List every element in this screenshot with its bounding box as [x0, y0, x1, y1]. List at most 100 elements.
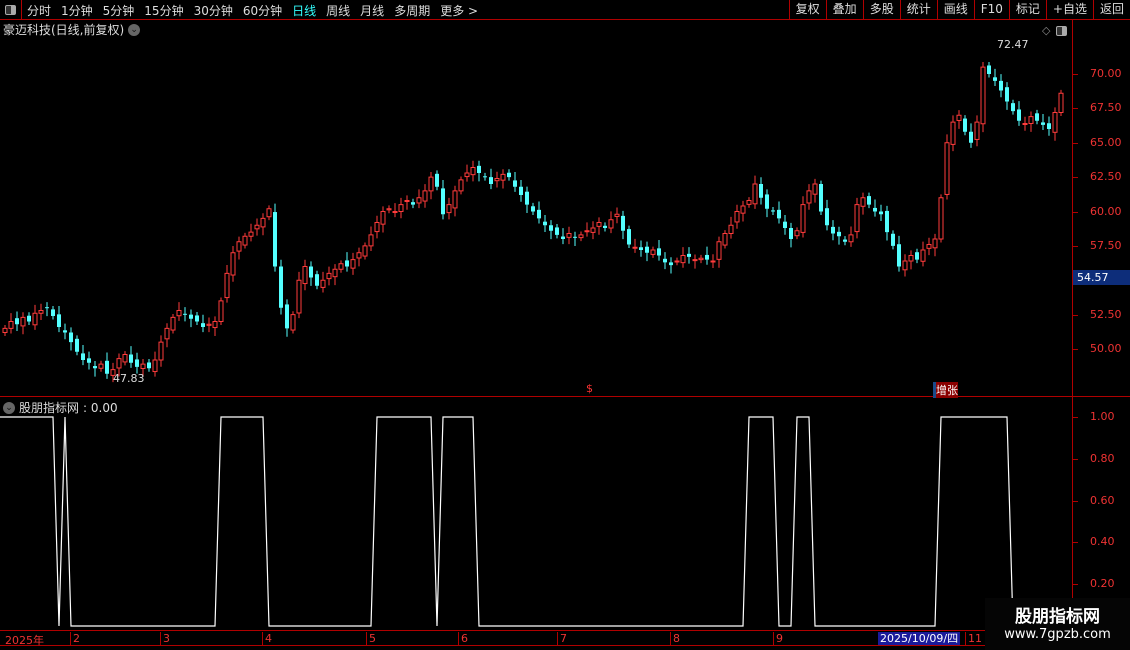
candle-body: [987, 65, 991, 74]
candle-body: [98, 363, 104, 369]
finance-marker[interactable]: 增张: [933, 382, 958, 398]
candle-body: [1058, 92, 1064, 113]
candle-body: [345, 260, 349, 267]
axis-tick: [1073, 211, 1078, 213]
date-axis-label: 4: [262, 632, 272, 646]
candle-body: [38, 310, 44, 314]
candle-body: [891, 233, 895, 246]
date-axis-label: 2: [70, 632, 80, 646]
candle-body: [716, 241, 722, 260]
candle-body: [722, 233, 728, 246]
candle-body: [980, 66, 986, 125]
price-axis-label: 65.00: [1090, 135, 1122, 149]
candle-body: [362, 245, 368, 257]
candle-body: [627, 229, 631, 245]
candle-body: [752, 183, 758, 205]
indicator-axis-label: 0.20: [1090, 577, 1115, 591]
candle-body: [603, 225, 607, 228]
candle-body: [75, 338, 79, 352]
candle-body: [578, 234, 584, 239]
candle-body: [549, 225, 553, 231]
candle-body: [279, 266, 283, 308]
candle-body: [993, 77, 997, 81]
candle-body: [555, 227, 559, 235]
dollar-marker[interactable]: $: [586, 382, 593, 395]
indicator-value: : 0.00: [83, 400, 118, 415]
candle-body: [944, 142, 950, 195]
candle-body: [356, 252, 362, 259]
candle-body: [794, 230, 800, 237]
candle-body: [507, 172, 511, 178]
panel-divider[interactable]: [0, 396, 1130, 397]
price-axis-label: 62.50: [1090, 170, 1122, 184]
candle-body: [489, 177, 493, 184]
finance-marker-label: 增张: [936, 382, 958, 398]
candle-body: [837, 231, 841, 237]
candle-body: [368, 234, 374, 247]
axis-divider: [1072, 20, 1073, 630]
candle-body: [116, 358, 122, 369]
date-axis-label: 2025年: [5, 634, 44, 647]
candle-body: [285, 304, 289, 329]
candle-body: [596, 222, 602, 227]
candle-body: [854, 204, 860, 233]
candle-body: [614, 213, 620, 217]
candle-body: [1052, 112, 1058, 133]
candle-body: [674, 260, 680, 263]
candle-body: [8, 321, 14, 329]
candle-body: [1022, 123, 1028, 125]
candle-body: [663, 258, 667, 263]
candle-body: [543, 221, 547, 226]
price-axis-label: 50.00: [1090, 342, 1122, 355]
candle-body: [698, 257, 704, 261]
candle-body: [302, 266, 308, 285]
axis-tick: [1073, 417, 1078, 418]
candle-body: [789, 228, 793, 239]
candle-body: [1017, 109, 1021, 121]
axis-tick: [1073, 349, 1078, 350]
candle-body: [950, 121, 956, 145]
candle-body: [584, 230, 590, 233]
candle-body: [848, 234, 854, 243]
candle-body: [645, 246, 649, 253]
candle-body: [561, 236, 565, 239]
candle-body: [212, 321, 218, 329]
candle-body: [15, 318, 19, 325]
candle-body: [639, 247, 643, 250]
candle-body: [254, 224, 260, 230]
candle-body: [230, 252, 236, 276]
candle-body: [1011, 103, 1015, 112]
candle-body: [93, 366, 97, 369]
candle-body: [416, 197, 422, 204]
candle-body: [902, 260, 908, 271]
candle-body: [152, 359, 158, 373]
candle-body: [398, 204, 404, 212]
axis-tick: [1073, 74, 1078, 75]
candle-body: [974, 121, 980, 140]
candle-body: [260, 217, 266, 228]
candle-body: [519, 186, 523, 195]
candle-body: [771, 210, 775, 212]
high-label: 72.47: [997, 38, 1029, 51]
candle-body: [920, 249, 926, 262]
candle-body: [926, 244, 932, 249]
candle-body: [45, 307, 49, 309]
candle-body: [669, 262, 673, 266]
kline-chart[interactable]: [0, 0, 1130, 650]
date-axis-label: 6: [458, 632, 468, 646]
candle-body: [525, 191, 529, 205]
candle-body: [452, 190, 458, 209]
candle-body: [242, 235, 248, 246]
chevron-down-icon[interactable]: ⌄: [3, 401, 15, 414]
candle-body: [435, 173, 439, 187]
candle-body: [765, 194, 769, 209]
candle-body: [687, 253, 691, 257]
price-axis-label: 70.00: [1090, 67, 1122, 80]
indicator-name: 股朋指标网: [19, 401, 80, 415]
watermark-url: www.7gpzb.com: [1004, 627, 1111, 642]
axis-tick: [1073, 108, 1078, 110]
axis-tick: [1073, 314, 1078, 316]
candle-body: [446, 204, 452, 214]
date-cursor-label: 2025/10/09/四: [878, 632, 961, 645]
axis-tick: [1073, 500, 1078, 502]
